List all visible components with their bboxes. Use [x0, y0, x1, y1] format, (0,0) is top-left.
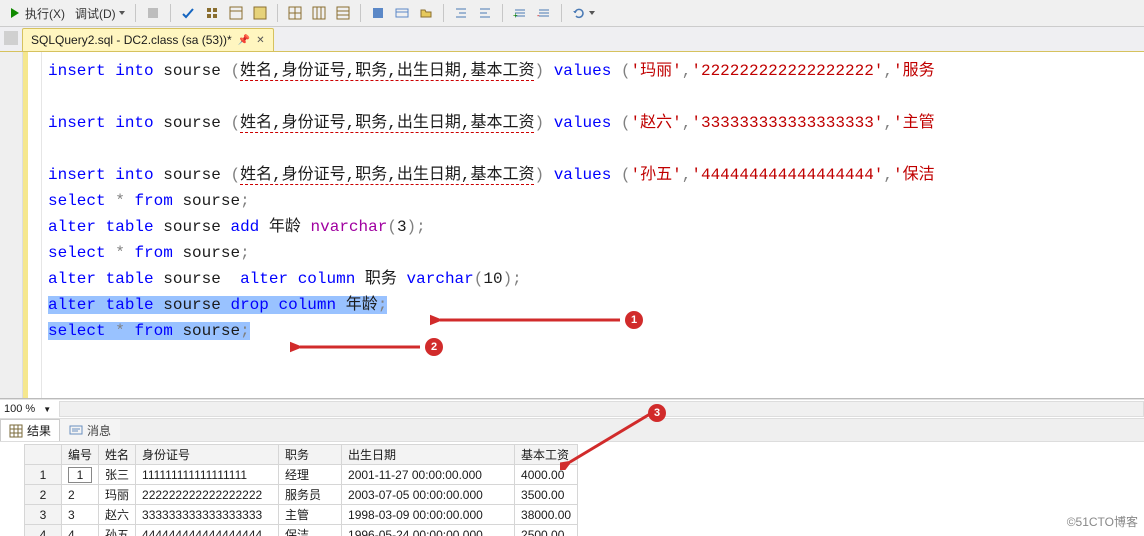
tool-btn-1[interactable] — [201, 2, 223, 24]
tab-title: SQLQuery2.sql - DC2.class (sa (53))* — [31, 33, 232, 47]
table-row[interactable]: 11张三111111111111111111经理2001-11-27 00:00… — [25, 465, 578, 485]
results-grid[interactable]: 编号 姓名 身份证号 职务 出生日期 基本工资 11张三111111111111… — [0, 442, 1144, 536]
refresh-icon — [572, 6, 586, 20]
zoom-level[interactable]: 100 % — [4, 403, 35, 415]
tool-btn-14[interactable] — [568, 2, 599, 24]
open-icon — [419, 6, 433, 20]
chevron-down-icon — [119, 11, 125, 15]
tool-btn-4[interactable] — [284, 2, 306, 24]
grid-icon — [9, 424, 23, 438]
zoom-bar: 100 % ▼ — [0, 399, 1144, 418]
indent-icon — [454, 6, 468, 20]
stop-button[interactable] — [142, 2, 164, 24]
check-icon — [181, 6, 195, 20]
pin-icon[interactable]: 📌 — [238, 35, 250, 46]
play-icon — [8, 6, 22, 20]
grid3-icon — [336, 6, 350, 20]
code-editor[interactable]: insert into sourse (姓名,身份证号,职务,出生日期,基本工资… — [42, 52, 1144, 398]
debug-label: 调试(D) — [75, 5, 116, 22]
table-icon — [395, 6, 409, 20]
svg-text:+: + — [513, 11, 518, 20]
tool-btn-10[interactable] — [450, 2, 472, 24]
table-header-row: 编号 姓名 身份证号 职务 出生日期 基本工资 — [25, 445, 578, 465]
messages-tab-label: 消息 — [87, 422, 111, 439]
watermark: ©51CTO博客 — [1067, 513, 1138, 530]
message-icon — [69, 424, 83, 438]
editor-left-gutter — [0, 52, 23, 398]
tool-btn-6[interactable] — [332, 2, 354, 24]
tool-btn-3[interactable] — [249, 2, 271, 24]
outdent-icon — [478, 6, 492, 20]
table-row[interactable]: 44孙五444444444444444444保洁1996-05-24 00:00… — [25, 525, 578, 536]
tool-btn-7[interactable] — [367, 2, 389, 24]
horizontal-scrollbar[interactable] — [59, 401, 1144, 417]
debug-button[interactable]: 调试(D) — [71, 2, 129, 24]
db-icon — [205, 6, 219, 20]
results-tabstrip: 结果 消息 — [0, 418, 1144, 442]
stop-icon — [146, 6, 160, 20]
results-table: 编号 姓名 身份证号 职务 出生日期 基本工资 11张三111111111111… — [24, 444, 578, 536]
uncomment-icon: - — [537, 6, 551, 20]
svg-text:-: - — [537, 11, 540, 20]
execute-label: 执行(X) — [25, 5, 65, 22]
editor-margin — [23, 52, 42, 398]
table-row[interactable]: 22玛丽222222222222222222服务员2003-07-05 00:0… — [25, 485, 578, 505]
tool-btn-5[interactable] — [308, 2, 330, 24]
table-row[interactable]: 33赵六333333333333333333主管1998-03-09 00:00… — [25, 505, 578, 525]
tool-btn-11[interactable] — [474, 2, 496, 24]
tool-btn-9[interactable] — [415, 2, 437, 24]
save-icon — [371, 6, 385, 20]
chevron-down-icon — [589, 11, 595, 15]
grid2-icon — [312, 6, 326, 20]
parse-button[interactable] — [177, 2, 199, 24]
panel2-icon — [253, 6, 267, 20]
tool-btn-2[interactable] — [225, 2, 247, 24]
execute-button[interactable]: 执行(X) — [4, 2, 69, 24]
tool-btn-13[interactable]: - — [533, 2, 555, 24]
results-tab-label: 结果 — [27, 422, 51, 439]
comment-icon: + — [513, 6, 527, 20]
close-icon[interactable]: ✕ — [256, 35, 264, 46]
tool-btn-8[interactable] — [391, 2, 413, 24]
results-tab[interactable]: 结果 — [0, 419, 60, 441]
document-tabbar: SQLQuery2.sql - DC2.class (sa (53))* 📌 ✕ — [0, 27, 1144, 52]
sql-tab[interactable]: SQLQuery2.sql - DC2.class (sa (53))* 📌 ✕ — [22, 28, 274, 51]
messages-tab[interactable]: 消息 — [60, 419, 120, 441]
grid-icon — [288, 6, 302, 20]
editor-area: insert into sourse (姓名,身份证号,职务,出生日期,基本工资… — [0, 52, 1144, 399]
main-toolbar: 执行(X) 调试(D) + - — [0, 0, 1144, 27]
tool-btn-12[interactable]: + — [509, 2, 531, 24]
panel-icon — [229, 6, 243, 20]
